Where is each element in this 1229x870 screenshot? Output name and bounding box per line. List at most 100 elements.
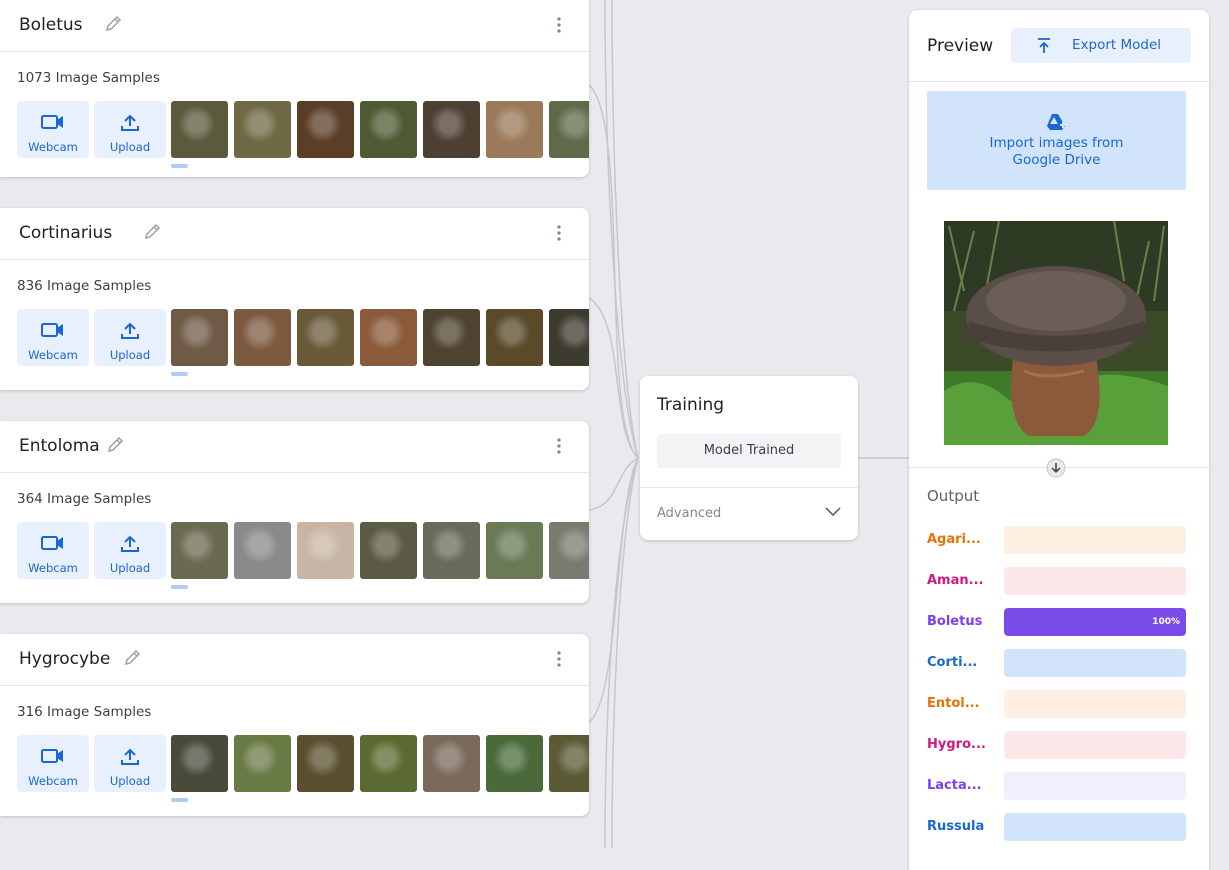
- class-card-header: Entoloma: [0, 421, 589, 473]
- sample-thumbnails: [171, 309, 589, 366]
- upload-label: Upload: [109, 348, 151, 362]
- sample-thumbnail[interactable]: [423, 101, 480, 158]
- export-model-button[interactable]: Export Model: [1011, 28, 1191, 63]
- sample-thumbnail[interactable]: [549, 735, 589, 792]
- sample-thumbnail[interactable]: [549, 309, 589, 366]
- export-model-label: Export Model: [1072, 37, 1162, 53]
- preview-image: [944, 221, 1168, 445]
- confidence-percent: 100%: [1152, 617, 1180, 627]
- upload-icon: [121, 322, 139, 339]
- sample-thumbnail[interactable]: [549, 522, 589, 579]
- output-label: Corti...: [927, 655, 978, 670]
- sample-thumbnail[interactable]: [234, 309, 291, 366]
- sample-thumbnails: [171, 101, 589, 158]
- sample-thumbnail[interactable]: [234, 522, 291, 579]
- confidence-bar: [1004, 526, 1186, 554]
- more-options-icon[interactable]: [551, 650, 567, 668]
- advanced-toggle[interactable]: Advanced: [657, 506, 721, 521]
- video-camera-icon: [41, 536, 63, 550]
- sample-thumbnail[interactable]: [234, 101, 291, 158]
- class-card-header: Cortinarius: [0, 208, 589, 260]
- sample-count: 836 Image Samples: [17, 278, 152, 294]
- more-options-icon[interactable]: [551, 16, 567, 34]
- sample-thumbnail[interactable]: [423, 735, 480, 792]
- confidence-bar: [1004, 772, 1186, 800]
- webcam-button[interactable]: Webcam: [17, 735, 89, 792]
- scroll-indicator[interactable]: [171, 585, 188, 589]
- scroll-indicator[interactable]: [171, 164, 188, 168]
- output-row: Boletus 100%: [909, 608, 1209, 636]
- output-row: Lacta...: [909, 772, 1209, 800]
- sample-thumbnail[interactable]: [297, 101, 354, 158]
- import-google-drive-button[interactable]: Import images from Google Drive: [927, 91, 1186, 190]
- class-card-header: Hygrocybe: [0, 634, 589, 686]
- sample-thumbnail[interactable]: [486, 101, 543, 158]
- sample-thumbnail[interactable]: [486, 309, 543, 366]
- edit-icon[interactable]: [103, 14, 123, 34]
- sample-thumbnail[interactable]: [234, 735, 291, 792]
- preview-title: Preview: [927, 36, 994, 56]
- class-name[interactable]: Cortinarius: [19, 223, 112, 243]
- upload-icon: [121, 114, 139, 131]
- sample-count: 1073 Image Samples: [17, 70, 160, 86]
- webcam-button[interactable]: Webcam: [17, 522, 89, 579]
- class-card-header: Boletus: [0, 0, 589, 52]
- sample-thumbnail[interactable]: [486, 735, 543, 792]
- upload-button[interactable]: Upload: [94, 101, 166, 158]
- sample-thumbnail[interactable]: [360, 309, 417, 366]
- output-label: Aman...: [927, 573, 984, 588]
- edit-icon[interactable]: [105, 435, 125, 455]
- output-row: Russula: [909, 813, 1209, 841]
- confidence-bar: 100%: [1004, 608, 1186, 636]
- sample-thumbnail[interactable]: [423, 309, 480, 366]
- output-row: Entol...: [909, 690, 1209, 718]
- upload-button[interactable]: Upload: [94, 735, 166, 792]
- upload-icon: [121, 535, 139, 552]
- webcam-label: Webcam: [28, 774, 78, 788]
- chevron-down-icon[interactable]: [824, 506, 842, 518]
- sample-thumbnail[interactable]: [360, 101, 417, 158]
- output-row: Corti...: [909, 649, 1209, 677]
- output-label: Boletus: [927, 614, 983, 629]
- upload-button[interactable]: Upload: [94, 522, 166, 579]
- sample-thumbnail[interactable]: [171, 309, 228, 366]
- sample-thumbnail[interactable]: [171, 101, 228, 158]
- sample-thumbnail[interactable]: [297, 522, 354, 579]
- training-title: Training: [657, 395, 725, 415]
- more-options-icon[interactable]: [551, 437, 567, 455]
- sample-thumbnail[interactable]: [171, 522, 228, 579]
- class-name[interactable]: Hygrocybe: [19, 649, 110, 669]
- webcam-button[interactable]: Webcam: [17, 309, 89, 366]
- output-label: Hygro...: [927, 737, 986, 752]
- video-camera-icon: [41, 115, 63, 129]
- sample-thumbnail[interactable]: [360, 735, 417, 792]
- import-label-line2: Google Drive: [1012, 152, 1101, 168]
- video-camera-icon: [41, 749, 63, 763]
- model-trained-button[interactable]: Model Trained: [657, 434, 841, 468]
- output-label: Entol...: [927, 696, 980, 711]
- class-name[interactable]: Boletus: [19, 15, 83, 35]
- scroll-indicator[interactable]: [171, 798, 188, 802]
- scroll-indicator[interactable]: [171, 372, 188, 376]
- sample-thumbnail[interactable]: [171, 735, 228, 792]
- sample-thumbnail[interactable]: [297, 309, 354, 366]
- output-row: Hygro...: [909, 731, 1209, 759]
- sample-thumbnail[interactable]: [423, 522, 480, 579]
- edit-icon[interactable]: [142, 222, 162, 242]
- sample-thumbnail[interactable]: [486, 522, 543, 579]
- sample-thumbnail[interactable]: [360, 522, 417, 579]
- sample-thumbnail[interactable]: [297, 735, 354, 792]
- sample-thumbnail[interactable]: [549, 101, 589, 158]
- output-row: Aman...: [909, 567, 1209, 595]
- confidence-bar: [1004, 567, 1186, 595]
- confidence-bar: [1004, 649, 1186, 677]
- confidence-bar: [1004, 690, 1186, 718]
- google-drive-icon: [1047, 114, 1066, 130]
- upload-button[interactable]: Upload: [94, 309, 166, 366]
- edit-icon[interactable]: [122, 648, 142, 668]
- more-options-icon[interactable]: [551, 224, 567, 242]
- webcam-button[interactable]: Webcam: [17, 101, 89, 158]
- class-name[interactable]: Entoloma: [19, 436, 100, 456]
- sample-thumbnails: [171, 735, 589, 792]
- output-label: Agari...: [927, 532, 981, 547]
